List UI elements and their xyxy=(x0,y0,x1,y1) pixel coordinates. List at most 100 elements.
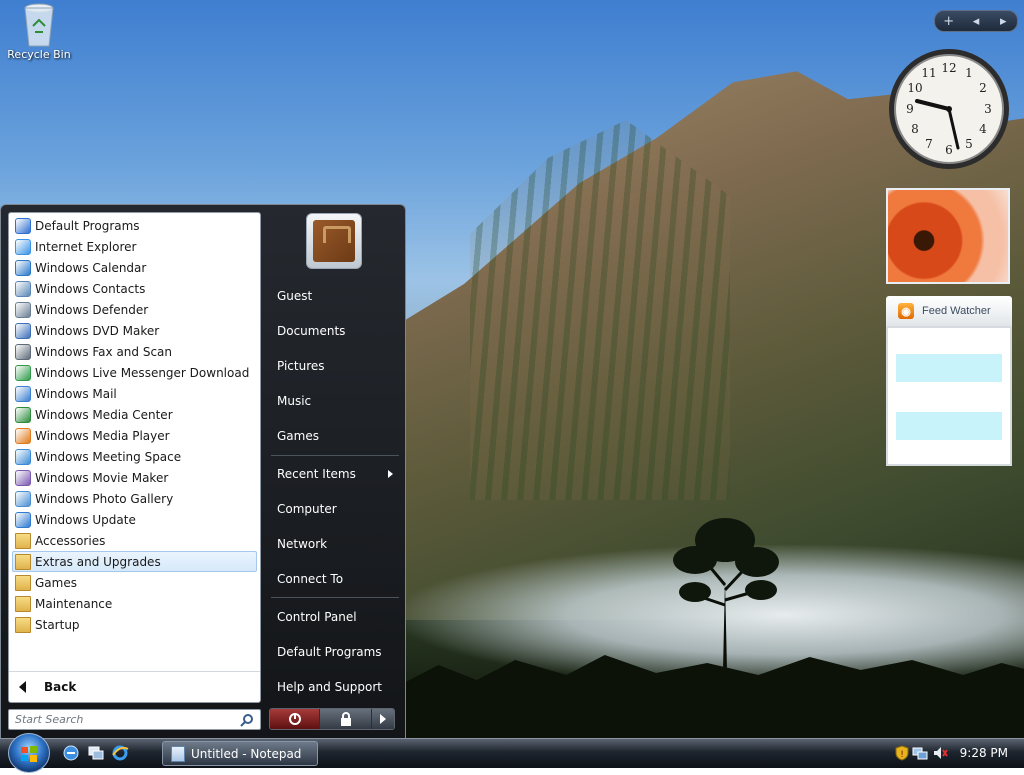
windows-explorer-icon[interactable] xyxy=(62,744,80,762)
svg-text:10: 10 xyxy=(907,81,922,95)
messenger-icon xyxy=(15,364,31,381)
program-item[interactable]: Windows Movie Maker xyxy=(12,467,257,488)
wallpaper-cliff-texture xyxy=(470,120,730,500)
start-link-music[interactable]: Music xyxy=(271,384,399,418)
security-shield-icon[interactable]: ! xyxy=(894,745,910,761)
desktop-icon-label: Recycle Bin xyxy=(7,48,71,61)
feed-watcher-header: ◉ Feed Watcher xyxy=(886,296,1012,326)
program-item[interactable]: Windows Mail xyxy=(12,383,257,404)
program-item[interactable]: Games xyxy=(12,572,257,593)
folder-icon xyxy=(15,532,31,549)
start-link-default-programs[interactable]: Default Programs xyxy=(271,635,399,669)
power-icon xyxy=(288,713,301,725)
program-label: Windows Calendar xyxy=(35,260,147,275)
start-link-control-panel[interactable]: Control Panel xyxy=(271,600,399,634)
search-icon[interactable] xyxy=(240,713,254,727)
program-item[interactable]: Windows Photo Gallery xyxy=(12,488,257,509)
program-item[interactable]: Maintenance xyxy=(12,593,257,614)
program-item[interactable]: Windows Defender xyxy=(12,299,257,320)
start-search-box[interactable] xyxy=(8,709,261,730)
clock-gadget[interactable]: 12 12 345 678 91011 xyxy=(886,46,1012,172)
program-label: Startup xyxy=(35,617,80,632)
taskbar-clock[interactable]: 9:28 PM xyxy=(960,746,1008,760)
wallpaper-tree xyxy=(673,518,779,670)
start-link-guest[interactable]: Guest xyxy=(271,279,399,313)
all-programs-list: Default Programs Internet Explorer Windows… xyxy=(12,215,257,635)
start-link-connect-to[interactable]: Connect To xyxy=(271,562,399,596)
start-link-help-and-support[interactable]: Help and Support xyxy=(271,670,399,704)
next-gadget-page-button[interactable]: ▸ xyxy=(992,14,1014,29)
network-icon[interactable] xyxy=(912,745,928,761)
slideshow-gadget[interactable] xyxy=(886,188,1010,284)
internet-explorer-icon xyxy=(15,238,31,255)
program-item[interactable]: Windows Contacts xyxy=(12,278,257,299)
start-button[interactable] xyxy=(8,733,50,773)
program-label: Windows Live Messenger Download xyxy=(35,365,250,380)
submenu-arrow-icon xyxy=(388,470,393,478)
previous-gadget-page-button[interactable]: ◂ xyxy=(965,14,987,29)
power-button[interactable] xyxy=(270,709,320,729)
start-search-input[interactable] xyxy=(15,713,225,726)
taskbar-button-label: Untitled - Notepad xyxy=(191,746,302,761)
folder-icon xyxy=(15,553,31,570)
back-arrow-icon xyxy=(19,681,26,693)
program-item[interactable]: Extras and Upgrades xyxy=(12,551,257,572)
program-item[interactable]: Windows Media Center xyxy=(12,404,257,425)
program-item[interactable]: Windows Media Player xyxy=(12,425,257,446)
volume-muted-icon[interactable] xyxy=(932,745,948,761)
start-link-label: Help and Support xyxy=(277,680,382,694)
start-link-label: Connect To xyxy=(277,572,344,586)
feed-watcher-gadget[interactable]: ◉ Feed Watcher xyxy=(886,296,1012,472)
start-menu-separator xyxy=(271,597,399,598)
switch-windows-icon[interactable] xyxy=(87,744,105,762)
program-label: Extras and Upgrades xyxy=(35,554,161,569)
svg-text:11: 11 xyxy=(921,66,936,80)
feed-item[interactable] xyxy=(896,354,1002,382)
program-label: Windows Movie Maker xyxy=(35,470,169,485)
program-item[interactable]: Internet Explorer xyxy=(12,236,257,257)
program-item[interactable]: Windows DVD Maker xyxy=(12,320,257,341)
default-programs-icon xyxy=(15,217,31,234)
folder-icon xyxy=(15,616,31,633)
program-label: Games xyxy=(35,575,77,590)
start-link-network[interactable]: Network xyxy=(271,527,399,561)
svg-text:!: ! xyxy=(900,750,904,760)
program-item[interactable]: Windows Calendar xyxy=(12,257,257,278)
calendar-icon xyxy=(15,259,31,276)
arrow-right-icon xyxy=(380,714,387,724)
program-item[interactable]: Windows Fax and Scan xyxy=(12,341,257,362)
start-link-pictures[interactable]: Pictures xyxy=(271,349,399,383)
start-link-documents[interactable]: Documents xyxy=(271,314,399,348)
program-item[interactable]: Windows Meeting Space xyxy=(12,446,257,467)
sidebar-controls: + ◂ ▸ xyxy=(934,10,1018,32)
taskbar-button-notepad[interactable]: Untitled - Notepad xyxy=(162,741,318,766)
folder-icon xyxy=(15,574,31,591)
internet-explorer-icon[interactable] xyxy=(111,744,129,762)
back-button[interactable]: Back xyxy=(9,671,260,702)
photo-gallery-icon xyxy=(15,490,31,507)
start-link-computer[interactable]: Computer xyxy=(271,492,399,526)
program-item[interactable]: Default Programs xyxy=(12,215,257,236)
start-link-recent-items[interactable]: Recent Items xyxy=(271,457,399,491)
notification-area: ! 9:28 PM xyxy=(888,739,1024,768)
user-picture[interactable] xyxy=(306,213,362,269)
program-item[interactable]: Windows Update xyxy=(12,509,257,530)
start-link-games[interactable]: Games xyxy=(271,419,399,453)
program-item[interactable]: Startup xyxy=(12,614,257,635)
feed-item[interactable] xyxy=(896,412,1002,440)
defender-icon xyxy=(15,301,31,318)
shutdown-options-button[interactable] xyxy=(371,709,394,729)
lock-button[interactable] xyxy=(319,709,372,729)
dvd-maker-icon xyxy=(15,322,31,339)
start-link-label: Documents xyxy=(277,324,346,338)
feed-watcher-list xyxy=(886,326,1012,466)
meeting-space-icon xyxy=(15,448,31,465)
start-link-label: Computer xyxy=(277,502,337,516)
add-gadget-button[interactable]: + xyxy=(938,14,960,29)
program-item[interactable]: Windows Live Messenger Download xyxy=(12,362,257,383)
desktop-icon-recycle-bin[interactable]: Recycle Bin xyxy=(6,2,72,61)
program-item[interactable]: Accessories xyxy=(12,530,257,551)
program-label: Windows Media Center xyxy=(35,407,173,422)
start-link-label: Games xyxy=(277,429,319,443)
svg-text:3: 3 xyxy=(984,102,992,116)
